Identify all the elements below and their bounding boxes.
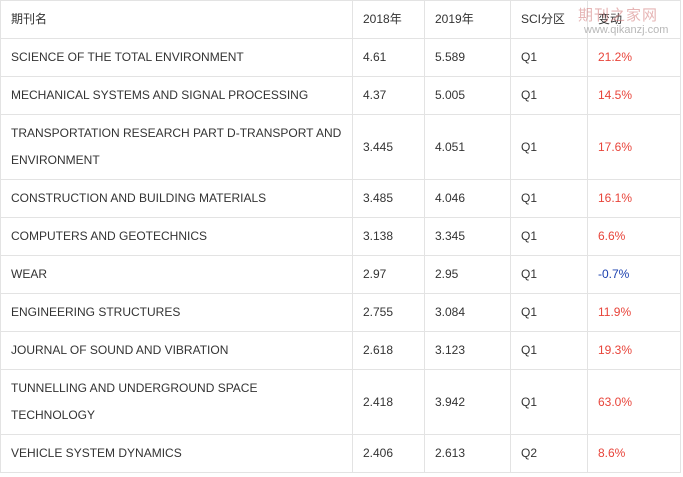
header-journal-name: 期刊名 — [0, 0, 353, 39]
if-2019: 2.613 — [424, 434, 511, 473]
sci-zone: Q1 — [510, 369, 588, 435]
if-2019: 5.005 — [424, 76, 511, 115]
if-2018: 3.138 — [352, 217, 425, 256]
change-value: 6.6% — [587, 217, 681, 256]
if-2018: 4.61 — [352, 38, 425, 77]
journal-name: COMPUTERS AND GEOTECHNICS — [0, 217, 353, 256]
if-2018: 4.37 — [352, 76, 425, 115]
change-value: 11.9% — [587, 293, 681, 332]
change-value: 63.0% — [587, 369, 681, 435]
header-2018: 2018年 — [352, 0, 425, 39]
sci-zone: Q1 — [510, 179, 588, 218]
if-2019: 3.345 — [424, 217, 511, 256]
if-2019: 3.084 — [424, 293, 511, 332]
table-header-row: 期刊名 2018年 2019年 SCI分区 变动 — [0, 0, 681, 39]
change-value: 17.6% — [587, 114, 681, 180]
if-2018: 2.406 — [352, 434, 425, 473]
if-2019: 4.046 — [424, 179, 511, 218]
table-row: MECHANICAL SYSTEMS AND SIGNAL PROCESSING… — [0, 76, 681, 115]
journal-name: TRANSPORTATION RESEARCH PART D-TRANSPORT… — [0, 114, 353, 180]
if-2018: 3.485 — [352, 179, 425, 218]
header-change: 变动 — [587, 0, 681, 39]
change-value: -0.7% — [587, 255, 681, 294]
if-2019: 2.95 — [424, 255, 511, 294]
journal-name: SCIENCE OF THE TOTAL ENVIRONMENT — [0, 38, 353, 77]
journal-name: CONSTRUCTION AND BUILDING MATERIALS — [0, 179, 353, 218]
journal-name: TUNNELLING AND UNDERGROUND SPACE TECHNOL… — [0, 369, 353, 435]
journal-name: MECHANICAL SYSTEMS AND SIGNAL PROCESSING — [0, 76, 353, 115]
journal-name: WEAR — [0, 255, 353, 294]
journal-name: ENGINEERING STRUCTURES — [0, 293, 353, 332]
table-row: JOURNAL OF SOUND AND VIBRATION 2.618 3.1… — [0, 331, 681, 370]
table-row: TUNNELLING AND UNDERGROUND SPACE TECHNOL… — [0, 369, 681, 435]
table-row: ENGINEERING STRUCTURES 2.755 3.084 Q1 11… — [0, 293, 681, 332]
table-row: WEAR 2.97 2.95 Q1 -0.7% — [0, 255, 681, 294]
if-2018: 2.97 — [352, 255, 425, 294]
change-value: 21.2% — [587, 38, 681, 77]
change-value: 16.1% — [587, 179, 681, 218]
if-2019: 5.589 — [424, 38, 511, 77]
change-value: 14.5% — [587, 76, 681, 115]
journal-impact-table: 期刊名 2018年 2019年 SCI分区 变动 SCIENCE OF THE … — [0, 0, 681, 473]
if-2019: 3.123 — [424, 331, 511, 370]
sci-zone: Q1 — [510, 38, 588, 77]
sci-zone: Q1 — [510, 293, 588, 332]
sci-zone: Q1 — [510, 331, 588, 370]
table-row: VEHICLE SYSTEM DYNAMICS 2.406 2.613 Q2 8… — [0, 434, 681, 473]
header-2019: 2019年 — [424, 0, 511, 39]
change-value: 19.3% — [587, 331, 681, 370]
sci-zone: Q2 — [510, 434, 588, 473]
if-2019: 4.051 — [424, 114, 511, 180]
table-row: CONSTRUCTION AND BUILDING MATERIALS 3.48… — [0, 179, 681, 218]
table-row: SCIENCE OF THE TOTAL ENVIRONMENT 4.61 5.… — [0, 38, 681, 77]
if-2018: 2.418 — [352, 369, 425, 435]
table-row: TRANSPORTATION RESEARCH PART D-TRANSPORT… — [0, 114, 681, 180]
sci-zone: Q1 — [510, 114, 588, 180]
change-value: 8.6% — [587, 434, 681, 473]
sci-zone: Q1 — [510, 217, 588, 256]
header-sci-zone: SCI分区 — [510, 0, 588, 39]
if-2018: 2.755 — [352, 293, 425, 332]
sci-zone: Q1 — [510, 255, 588, 294]
if-2018: 3.445 — [352, 114, 425, 180]
journal-name: VEHICLE SYSTEM DYNAMICS — [0, 434, 353, 473]
if-2019: 3.942 — [424, 369, 511, 435]
if-2018: 2.618 — [352, 331, 425, 370]
sci-zone: Q1 — [510, 76, 588, 115]
table-row: COMPUTERS AND GEOTECHNICS 3.138 3.345 Q1… — [0, 217, 681, 256]
journal-name: JOURNAL OF SOUND AND VIBRATION — [0, 331, 353, 370]
